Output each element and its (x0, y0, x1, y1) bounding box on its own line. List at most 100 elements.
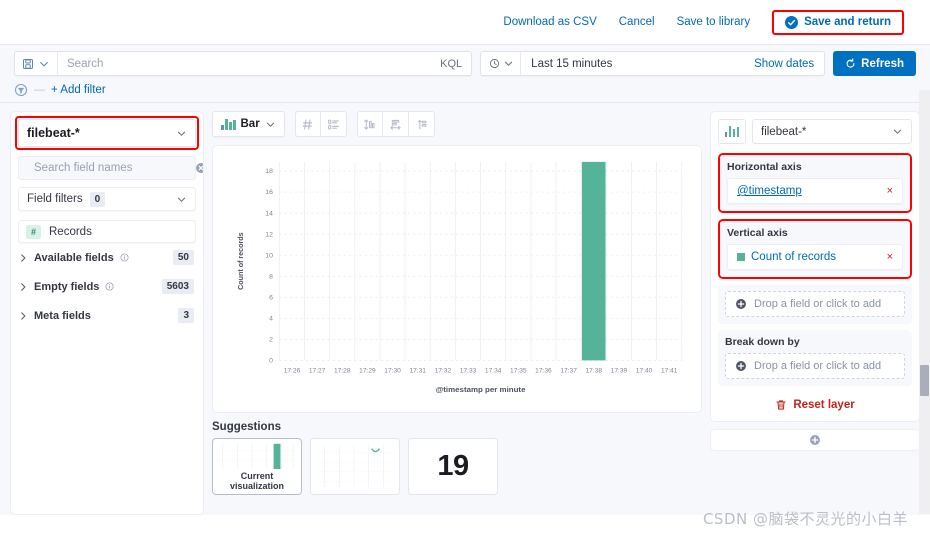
layer-chart-type-button[interactable] (718, 119, 746, 144)
config-panel-column: filebeat-* Horizontal axis @timestamp × (710, 111, 920, 515)
cancel-link[interactable]: Cancel (619, 16, 655, 28)
legend-icon-button[interactable] (408, 111, 435, 137)
show-dates-button[interactable]: Show dates (744, 58, 824, 70)
hash-icon-button[interactable] (294, 111, 321, 137)
bar-chart-icon (221, 118, 236, 130)
suggestion-current-visualization[interactable]: Current visualization (212, 438, 302, 495)
field-filters-count: 0 (89, 191, 106, 207)
chevron-down-icon (177, 197, 186, 202)
save-and-return-button[interactable]: Save and return (777, 13, 899, 32)
vertical-axis-dimension[interactable]: Count of records × (727, 244, 903, 270)
field-group-empty-fields[interactable]: Empty fields 5603 (11, 272, 203, 301)
vertical-axis-dropzone-text: Drop a field or click to add (754, 298, 882, 310)
check-circle-icon (785, 15, 799, 29)
horizontal-axis-dimension[interactable]: @timestamp × (727, 178, 903, 204)
horizontal-axis-title: Horizontal axis (727, 161, 802, 173)
remove-vertical-axis-icon[interactable]: × (887, 251, 893, 263)
suggestion-line-preview (318, 444, 394, 488)
svg-text:2: 2 (269, 337, 273, 344)
data-panel-column: filebeat-* Search field names Field filt… (10, 111, 204, 515)
suggestion-label: Current visualization (213, 469, 301, 494)
records-label: Records (49, 225, 92, 238)
y-axis-title: Count of records (236, 232, 245, 290)
svg-text:17:31: 17:31 (409, 367, 426, 374)
page-scrollbar-thumb[interactable] (920, 365, 929, 396)
chart-canvas[interactable]: 0 2 4 6 8 10 12 14 16 18 Count of record… (212, 145, 702, 413)
add-layer-button[interactable] (710, 429, 920, 451)
axis-vertical-icon-button[interactable] (356, 111, 383, 137)
data-view-selector[interactable]: filebeat-* (18, 119, 196, 147)
search-input[interactable] (58, 52, 432, 75)
page-scrollbar[interactable] (919, 90, 930, 514)
chevron-right-icon (21, 253, 26, 262)
saved-query-button[interactable] (15, 52, 58, 75)
svg-text:17:27: 17:27 (309, 367, 326, 374)
chart-options-group-1 (294, 111, 347, 137)
vertical-axis-add-group: Drop a field or click to add (718, 285, 912, 324)
suggestions-row: Current visualization 19 (212, 438, 702, 495)
svg-text:17:34: 17:34 (485, 367, 502, 374)
list-ordered-icon-button[interactable] (320, 111, 347, 137)
svg-text:18: 18 (265, 168, 273, 175)
plus-circle-icon (736, 299, 746, 309)
horizontal-axis-group: Horizontal axis @timestamp × (720, 155, 910, 211)
x-axis-tick-labels: 17:26 17:27 17:28 17:29 17:30 17:31 17:3… (284, 367, 678, 374)
layer-config-panel: filebeat-* Horizontal axis @timestamp × (710, 111, 920, 422)
layer-index-pattern-selector[interactable]: filebeat-* (752, 119, 912, 144)
filter-bar: — + Add filter (14, 76, 916, 98)
series-color-swatch (737, 253, 745, 261)
field-group-count: 3 (178, 308, 194, 323)
chart-type-button[interactable]: Bar (212, 111, 285, 137)
workspace-column: Bar 0 2 4 6 8 10 12 14 16 18 Count of re… (212, 111, 702, 515)
query-bar-row: KQL Last 15 minutes Show dates (14, 51, 916, 76)
info-icon (120, 253, 129, 262)
svg-text:17:30: 17:30 (384, 367, 401, 374)
field-group-available-fields[interactable]: Available fields 50 (11, 243, 203, 272)
svg-text:14: 14 (265, 210, 273, 217)
bar-series-count-of-records (581, 161, 606, 361)
clear-icon (196, 163, 203, 173)
info-icon (105, 282, 114, 291)
search-bar: KQL (14, 51, 473, 76)
svg-text:17:28: 17:28 (334, 367, 351, 374)
date-quick-select-button[interactable] (481, 58, 520, 69)
reset-layer-label: Reset layer (793, 399, 855, 411)
date-picker: Last 15 minutes Show dates (480, 51, 826, 76)
kql-language-button[interactable]: KQL (431, 58, 471, 70)
field-group-label: Empty fields (34, 280, 100, 293)
field-filters-button[interactable]: Field filters 0 (18, 187, 196, 211)
field-group-count: 50 (172, 250, 194, 265)
vertical-axis-dropzone[interactable]: Drop a field or click to add (725, 291, 905, 317)
suggestion-metric[interactable]: 19 (408, 438, 498, 495)
save-to-library-link[interactable]: Save to library (677, 16, 751, 28)
date-range-value[interactable]: Last 15 minutes (521, 58, 744, 70)
layer-index-pattern-label: filebeat-* (761, 125, 807, 138)
vertical-axis-group: Vertical axis Count of records × (720, 221, 910, 277)
svg-text:16: 16 (265, 189, 273, 196)
axis-horizontal-icon-button[interactable] (382, 111, 409, 137)
field-group-count: 5603 (161, 279, 194, 294)
chevron-down-icon (266, 122, 274, 127)
chevron-down-icon (893, 129, 902, 134)
vertical-axis-highlight: Vertical axis Count of records × (718, 219, 912, 279)
save-disk-icon (23, 58, 33, 69)
trash-icon (776, 400, 786, 410)
suggestion-line-chart[interactable] (310, 438, 400, 495)
add-filter-button[interactable]: + Add filter (51, 84, 106, 96)
filter-dash: — (34, 84, 45, 96)
svg-text:10: 10 (265, 253, 273, 260)
editor-main: filebeat-* Search field names Field filt… (0, 103, 930, 515)
suggestion-metric-value: 19 (437, 450, 469, 482)
records-field-item[interactable]: # Records (18, 220, 196, 243)
field-group-meta-fields[interactable]: Meta fields 3 (11, 301, 203, 330)
field-search-input[interactable] (34, 162, 188, 174)
reset-layer-button[interactable]: Reset layer (718, 392, 912, 414)
break-down-by-dropzone[interactable]: Drop a field or click to add (725, 353, 905, 379)
query-bar: KQL Last 15 minutes Show dates (0, 44, 930, 103)
download-csv-link[interactable]: Download as CSV (503, 16, 596, 28)
chart-type-label: Bar (240, 118, 260, 130)
refresh-button[interactable]: Refresh (833, 51, 916, 76)
svg-text:4: 4 (269, 316, 273, 323)
remove-horizontal-axis-icon[interactable]: × (887, 185, 893, 197)
svg-text:12: 12 (265, 232, 273, 239)
